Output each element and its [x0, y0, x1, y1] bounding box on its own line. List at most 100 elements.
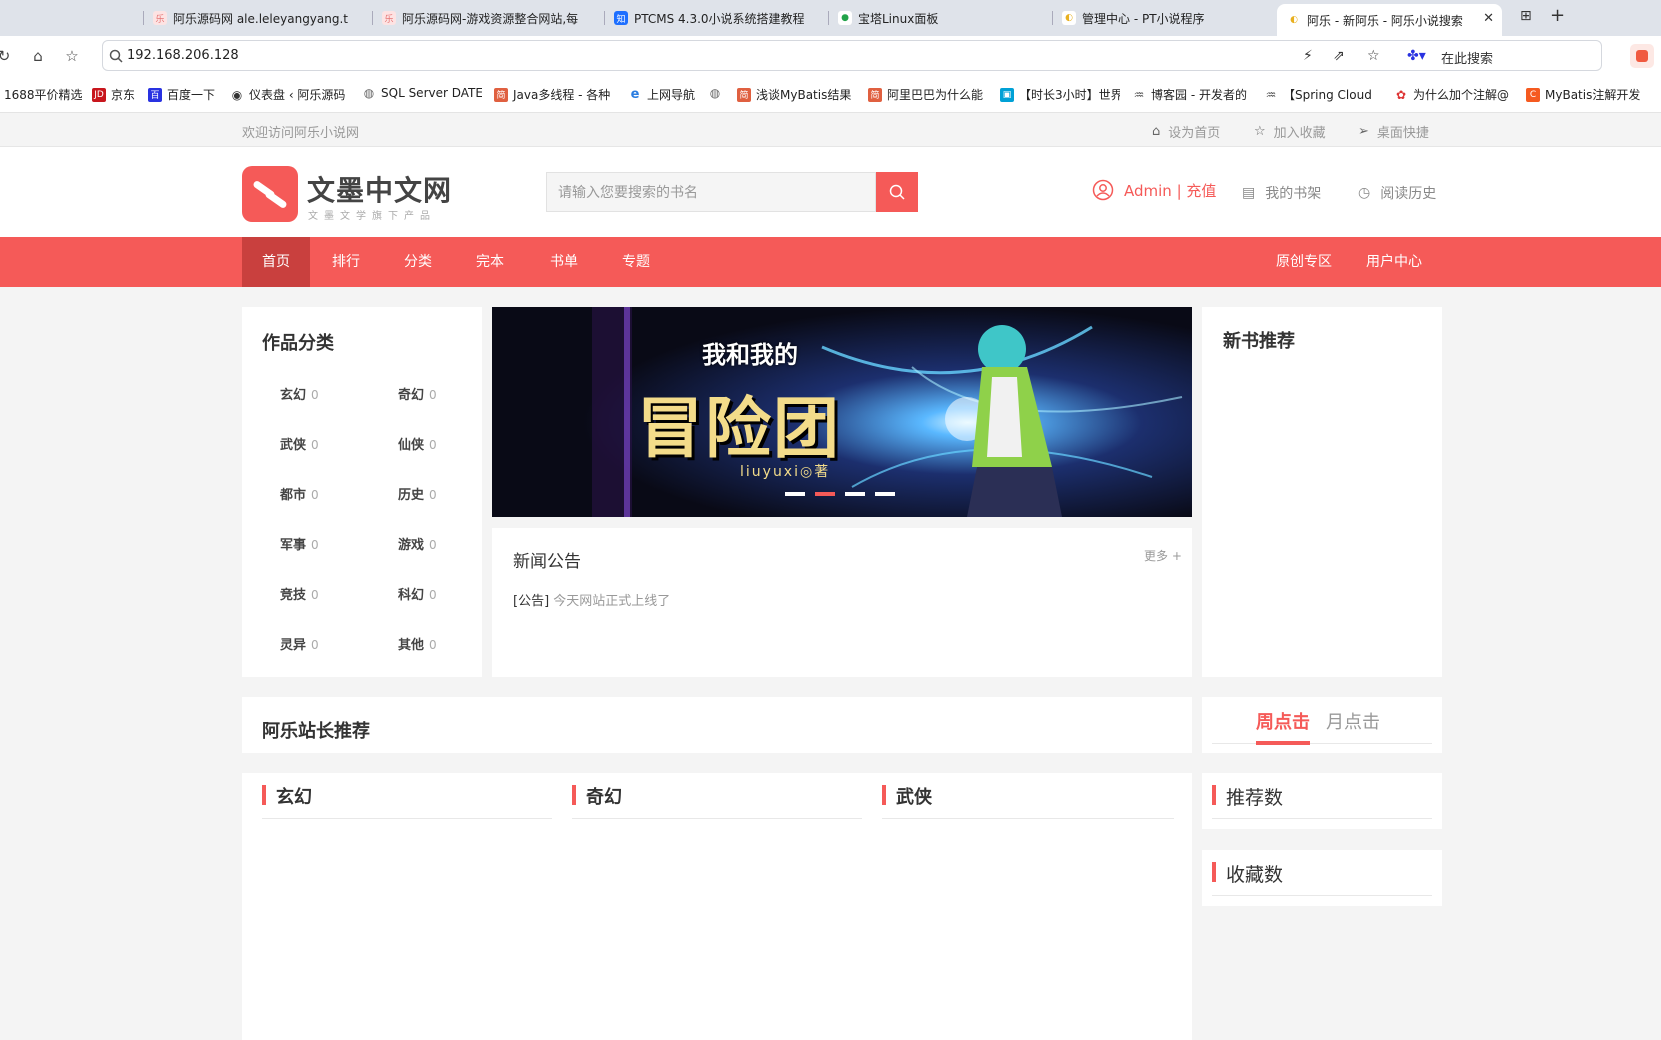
browser-tab[interactable]: 乐 阿乐源码网-游戏资源整合网站,每	[372, 4, 587, 32]
user-account-link[interactable]: Admin | 充值	[1092, 179, 1216, 201]
bookmark-item[interactable]: 百百度一下	[148, 86, 215, 103]
recommend-column-title[interactable]: 玄幻	[276, 783, 312, 809]
section-accent-bar	[1212, 862, 1216, 882]
news-item[interactable]: [公告] 今天网站正式上线了	[513, 590, 670, 609]
category-count: 0	[429, 538, 437, 552]
set-homepage-link[interactable]: ⌂ 设为首页	[1152, 122, 1220, 141]
bookmark-item[interactable]: 1688平价精选	[4, 86, 83, 103]
category-item[interactable]: 玄幻 0	[280, 384, 319, 403]
banner-carousel[interactable]: 我和我的 冒险团 liuyuxi◎著	[492, 307, 1192, 517]
category-item[interactable]: 灵异 0	[280, 634, 319, 653]
address-bar-row: ↻ ⌂ ☆ 192.168.206.128 ⚡ ⇗ ☆ ✤▾ 在此搜索	[0, 36, 1661, 76]
tab-weekly-clicks[interactable]: 周点击	[1256, 708, 1310, 734]
recommend-column-header: 玄幻	[262, 773, 552, 819]
add-favorite-link[interactable]: ☆ 加入收藏	[1254, 122, 1326, 141]
category-name: 玄幻	[280, 388, 307, 403]
baidu-paw-icon[interactable]: ✤▾	[1407, 48, 1426, 64]
home-icon[interactable]: ⌂	[28, 46, 48, 66]
logo-icon[interactable]	[242, 166, 298, 222]
rank-section-title[interactable]: 收藏数	[1226, 860, 1283, 887]
nav-original[interactable]: 原创专区	[1262, 237, 1346, 287]
category-item[interactable]: 都市 0	[280, 484, 319, 503]
tab-title: PTCMS 4.3.0小说系统搭建教程	[634, 11, 804, 26]
carousel-dot[interactable]	[845, 492, 865, 496]
recommend-title: 阿乐站长推荐	[262, 721, 370, 742]
user-link-label: Admin | 充值	[1124, 181, 1217, 200]
logo-title[interactable]: 文墨中文网	[307, 169, 452, 209]
desktop-shortcut-link[interactable]: ➢ 桌面快捷	[1358, 122, 1429, 141]
globe-icon: ◍	[708, 86, 722, 100]
category-item[interactable]: 仙侠 0	[398, 434, 437, 453]
nav-user-center[interactable]: 用户中心	[1356, 237, 1432, 287]
browser-tab-active[interactable]: ◐ 阿乐 - 新阿乐 - 阿乐小说搜索 ✕	[1277, 4, 1502, 36]
new-tab-icon[interactable]: +	[1550, 5, 1565, 26]
reading-history-link[interactable]: ◷ 阅读历史	[1358, 183, 1436, 203]
bookmark-item[interactable]: ◍	[708, 86, 727, 100]
star-icon[interactable]: ☆	[62, 46, 82, 66]
bookmark-item[interactable]: ◍ SQL Server DATE	[362, 86, 482, 100]
recommend-column-title[interactable]: 奇幻	[586, 783, 622, 809]
bookmark-item[interactable]: C MyBatis注解开发	[1526, 86, 1656, 103]
send-icon: ➢	[1358, 124, 1369, 139]
bookmark-item[interactable]: JD 京东	[92, 86, 135, 103]
browser-tab[interactable]: ● 宝塔Linux面板	[828, 4, 1028, 32]
nav-topics[interactable]: 专题	[602, 237, 670, 287]
carousel-dot[interactable]	[785, 492, 805, 496]
rank-section-title[interactable]: 推荐数	[1226, 783, 1283, 810]
book-search-input[interactable]: 请输入您要搜索的书名	[546, 172, 876, 212]
browser-tab[interactable]: 乐 阿乐源码网 ale.leleyangyang.to	[143, 4, 348, 32]
bookmark-item[interactable]: e 上网导航	[628, 86, 695, 103]
share-icon[interactable]: ⇗	[1333, 48, 1345, 64]
recommend-column-header: 武侠	[882, 773, 1174, 819]
bookmark-star-icon[interactable]: ☆	[1367, 48, 1380, 64]
category-item[interactable]: 科幻 0	[398, 584, 437, 603]
bookmark-item[interactable]: ♒ 【Spring Cloud	[1264, 86, 1382, 103]
bookmark-item[interactable]: ▣ 【时长3小时】世界	[1000, 86, 1120, 103]
reload-icon[interactable]: ↻	[0, 46, 14, 66]
banner-artwork	[492, 307, 1192, 517]
search-engine-hint[interactable]: 在此搜索	[1441, 48, 1493, 67]
bookmark-label: 博客园 - 开发者的	[1151, 88, 1247, 102]
close-icon[interactable]: ✕	[1483, 11, 1494, 26]
category-item[interactable]: 军事 0	[280, 534, 319, 553]
new-books-title: 新书推荐	[1223, 331, 1295, 352]
nav-home[interactable]: 首页	[242, 237, 310, 287]
section-accent-bar	[262, 785, 266, 805]
set-homepage-label: 设为首页	[1168, 126, 1221, 141]
carousel-dot-active[interactable]	[815, 492, 835, 496]
extension-icon[interactable]	[1630, 44, 1654, 68]
category-item[interactable]: 武侠 0	[280, 434, 319, 453]
category-name: 历史	[398, 488, 425, 503]
bookmark-item[interactable]: 简阿里巴巴为什么能	[868, 86, 986, 103]
carousel-dot[interactable]	[875, 492, 895, 496]
bookmark-item[interactable]: ◉ 仪表盘 ‹ 阿乐源码	[230, 86, 348, 103]
bookmark-item[interactable]: 简 Java多线程 - 各种	[494, 86, 614, 103]
lightning-icon[interactable]: ⚡	[1303, 48, 1313, 64]
bookmark-item[interactable]: 简浅谈MyBatis结果	[737, 86, 859, 103]
category-count: 0	[429, 488, 437, 502]
category-item[interactable]: 奇幻 0	[398, 384, 437, 403]
category-item[interactable]: 其他 0	[398, 634, 437, 653]
huawei-icon: ✿	[1394, 87, 1408, 102]
bookshelf-link[interactable]: ▤ 我的书架	[1242, 183, 1321, 203]
nav-completed[interactable]: 完本	[456, 237, 524, 287]
category-item[interactable]: 游戏 0	[398, 534, 437, 553]
category-count: 0	[429, 638, 437, 652]
tab-title: 宝塔Linux面板	[858, 11, 939, 26]
tab-grid-icon[interactable]: ⊞	[1520, 8, 1532, 24]
tab-monthly-clicks[interactable]: 月点击	[1326, 708, 1380, 734]
url-input[interactable]: 192.168.206.128 ⚡ ⇗ ☆ ✤▾ 在此搜索	[102, 40, 1602, 71]
search-button[interactable]	[876, 172, 918, 212]
bookmark-item[interactable]: ♒ 博客园 - 开发者的	[1132, 86, 1250, 103]
browser-tab[interactable]: 知 PTCMS 4.3.0小说系统搭建教程	[604, 4, 804, 32]
news-more-link[interactable]: 更多 +	[1144, 547, 1182, 564]
browser-tab[interactable]: ◐ 管理中心 - PT小说程序	[1052, 4, 1257, 32]
bookmarks-bar: 1688平价精选 JD 京东 百百度一下 ◉ 仪表盘 ‹ 阿乐源码 ◍ SQL Ser…	[0, 76, 1661, 113]
nav-category[interactable]: 分类	[384, 237, 452, 287]
nav-ranking[interactable]: 排行	[312, 237, 380, 287]
bookmark-item[interactable]: ✿ 为什么加个注解@	[1394, 86, 1514, 103]
category-item[interactable]: 历史 0	[398, 484, 437, 503]
nav-booklist[interactable]: 书单	[530, 237, 598, 287]
category-item[interactable]: 竞技 0	[280, 584, 319, 603]
recommend-column-title[interactable]: 武侠	[896, 783, 932, 809]
